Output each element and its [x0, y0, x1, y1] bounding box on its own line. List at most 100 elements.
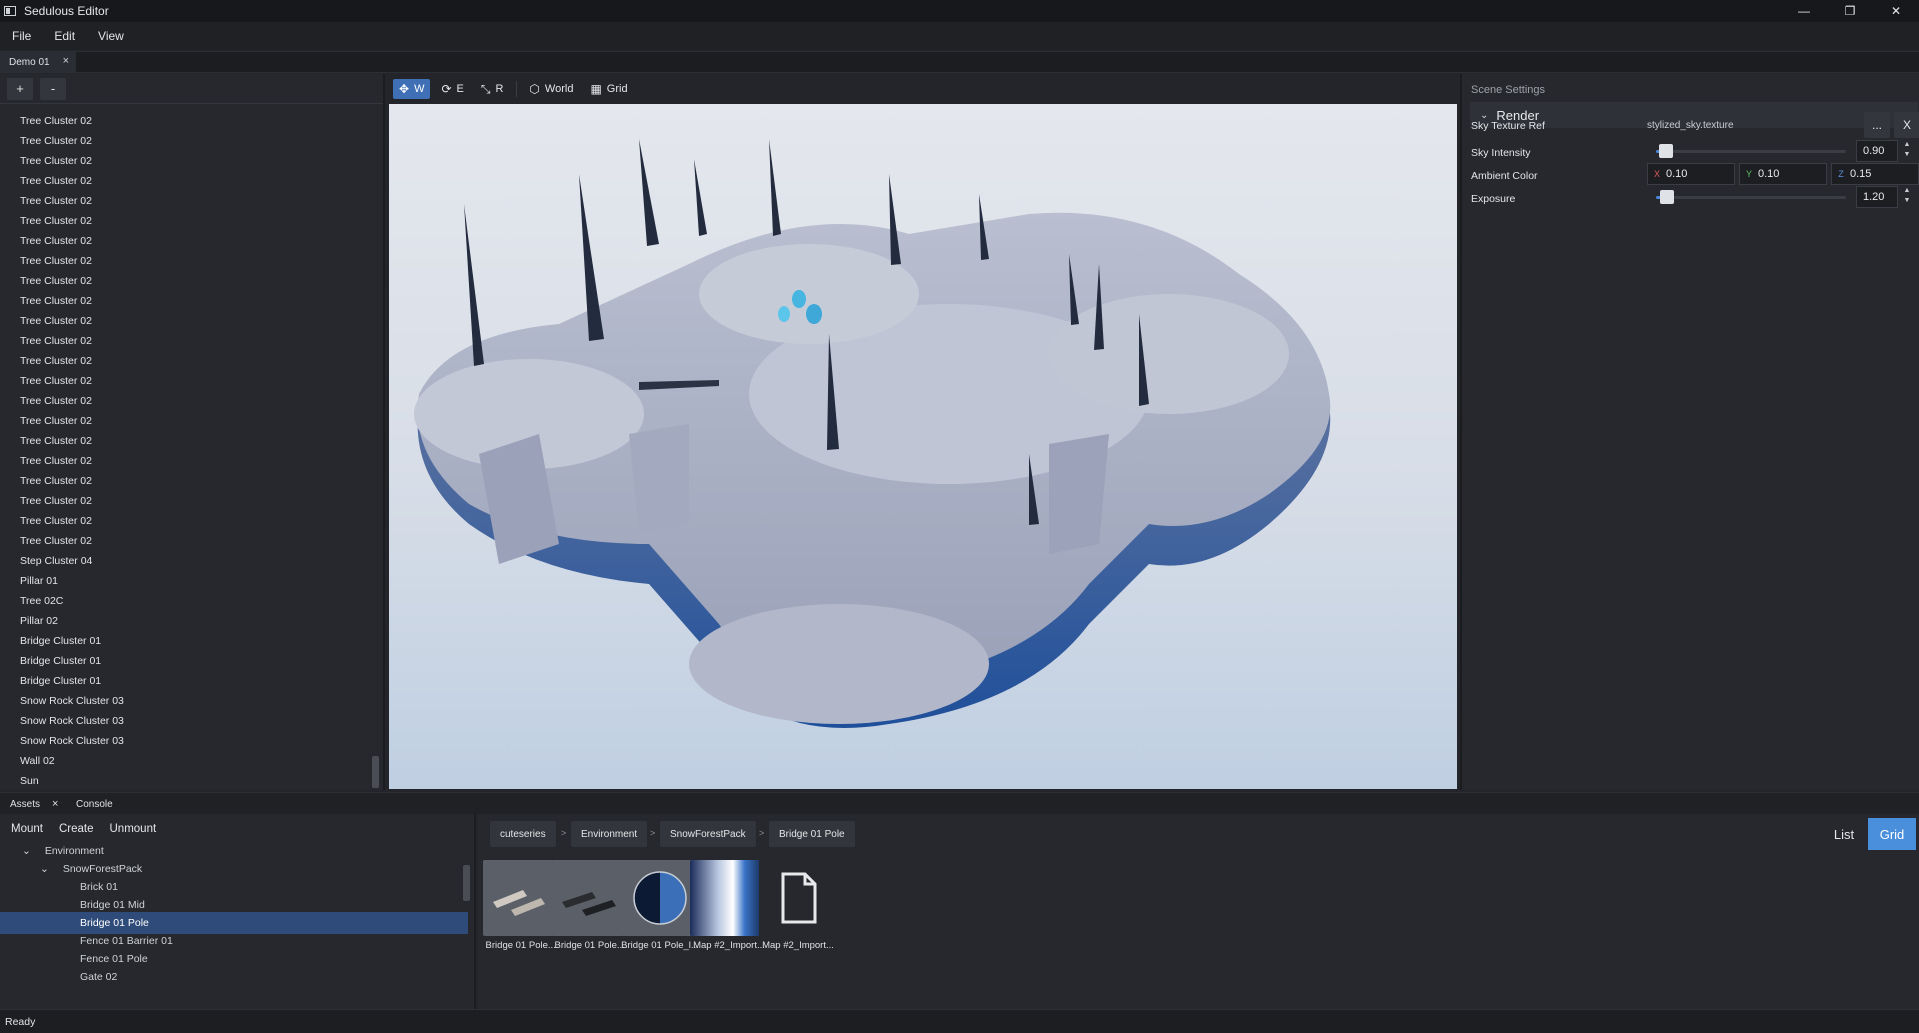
scene-entity-item[interactable]: Tree Cluster 02 — [0, 431, 370, 451]
sky-intensity-label: Sky Intensity — [1471, 147, 1531, 159]
list-view-button[interactable]: List — [1820, 818, 1868, 850]
clear-texture-button[interactable]: X — [1894, 112, 1919, 138]
ambient-x-field[interactable]: X 0.10 — [1647, 163, 1735, 185]
scene-entity-item[interactable]: Pillar 01 — [0, 571, 370, 591]
ambient-y-field[interactable]: Y 0.10 — [1739, 163, 1827, 185]
menu-view[interactable]: View — [98, 29, 124, 43]
browse-texture-button[interactable]: ... — [1864, 112, 1890, 138]
scene-entity-item[interactable]: Wall 02 — [0, 751, 370, 771]
asset-thumbnail — [621, 860, 699, 936]
scene-entity-item[interactable]: Tree Cluster 02 — [0, 271, 370, 291]
terrace-right — [1049, 294, 1289, 414]
scene-entity-item[interactable]: Sun — [0, 771, 370, 787]
scale-tool-button[interactable]: ⤡ R — [475, 79, 510, 99]
scene-entity-item[interactable]: Bridge Cluster 01 — [0, 631, 370, 651]
breadcrumb-item[interactable]: cuteseries — [490, 821, 556, 847]
unmount-button[interactable]: Unmount — [110, 823, 157, 835]
asset-tree-scrollbar[interactable] — [463, 865, 470, 901]
asset-tree-item[interactable]: Gate 02 — [0, 966, 468, 988]
scene-entity-item[interactable]: Tree Cluster 02 — [0, 111, 370, 131]
exposure-stepper[interactable]: ▲ ▼ — [1902, 186, 1912, 208]
breadcrumb-item[interactable]: Bridge 01 Pole — [769, 821, 855, 847]
asset-tile[interactable]: Bridge 01 Pole.... — [483, 860, 561, 951]
tab-assets[interactable]: Assets — [10, 793, 40, 815]
close-assets-tab-icon[interactable]: × — [52, 793, 58, 815]
scene-entity-item[interactable]: Tree Cluster 02 — [0, 511, 370, 531]
scene-entity-item[interactable]: Pillar 02 — [0, 611, 370, 631]
mount-button[interactable]: Mount — [11, 823, 43, 835]
scene-entity-item[interactable]: Tree Cluster 02 — [0, 171, 370, 191]
asset-label: Bridge 01 Pole_l... — [621, 940, 699, 951]
sky-texture-value: stylized_sky.texture — [1647, 120, 1734, 131]
grid-view-button[interactable]: Grid — [1868, 818, 1916, 850]
breadcrumb-item[interactable]: Environment — [571, 821, 648, 847]
scene-entity-item[interactable]: Tree Cluster 02 — [0, 291, 370, 311]
scene-entity-item[interactable]: Tree Cluster 02 — [0, 191, 370, 211]
tab-label: Demo 01 — [9, 56, 50, 68]
scene-entity-item[interactable]: Snow Rock Cluster 03 — [0, 691, 370, 711]
sky-intensity-stepper[interactable]: ▲ ▼ — [1902, 140, 1912, 162]
scene-entity-item[interactable]: Tree Cluster 02 — [0, 391, 370, 411]
asset-label: Bridge 01 Pole.... — [554, 940, 628, 951]
menu-edit[interactable]: Edit — [54, 29, 75, 43]
asset-tile[interactable]: Map #2_Import... — [759, 860, 837, 951]
close-tab-icon[interactable]: × — [63, 55, 69, 67]
scene-entity-item[interactable]: Step Cluster 04 — [0, 551, 370, 571]
scene-toolbar: + - — [0, 74, 383, 104]
chevron-down-icon[interactable]: ⌄ — [22, 845, 31, 857]
scene-entity-item[interactable]: Bridge Cluster 01 — [0, 671, 370, 691]
tab-demo-01[interactable]: Demo 01 × — [0, 52, 76, 72]
asset-tile[interactable]: Map #2_Import... — [690, 860, 768, 951]
sky-intensity-input[interactable]: 0.90 — [1856, 140, 1898, 162]
asset-tile[interactable]: Bridge 01 Pole.... — [552, 860, 630, 951]
scene-entity-item[interactable]: Tree Cluster 02 — [0, 351, 370, 371]
exposure-slider[interactable] — [1656, 190, 1846, 204]
scene-entity-item[interactable]: Tree Cluster 02 — [0, 371, 370, 391]
scene-entity-item[interactable]: Bridge Cluster 01 — [0, 651, 370, 671]
minimize-icon[interactable]: — — [1781, 0, 1827, 22]
remove-entity-button[interactable]: - — [40, 77, 66, 100]
ambient-z-field[interactable]: Z 0.15 — [1831, 163, 1919, 185]
scene-entity-item[interactable]: Tree Cluster 02 — [0, 151, 370, 171]
scene-list-scrollbar[interactable] — [372, 756, 379, 788]
ambient-y-value: 0.10 — [1758, 168, 1780, 180]
scene-entity-item[interactable]: Tree Cluster 02 — [0, 471, 370, 491]
tab-console[interactable]: Console — [76, 793, 113, 815]
terrace-back — [699, 244, 919, 344]
asset-tree-label: Fence 01 Pole — [80, 953, 148, 965]
slider-handle[interactable] — [1660, 190, 1675, 204]
close-window-icon[interactable]: ✕ — [1873, 0, 1919, 22]
grid-toggle-button[interactable]: ▦ Grid — [584, 79, 633, 99]
scene-entity-item[interactable]: Snow Rock Cluster 03 — [0, 731, 370, 751]
create-button[interactable]: Create — [59, 823, 94, 835]
add-entity-button[interactable]: + — [7, 77, 33, 100]
asset-tree-label: Gate 02 — [80, 971, 118, 983]
scene-entity-item[interactable]: Tree Cluster 02 — [0, 531, 370, 551]
scene-entity-item[interactable]: Tree 02C — [0, 591, 370, 611]
slider-handle[interactable] — [1658, 144, 1673, 158]
asset-tile[interactable]: Bridge 01 Pole_l... — [621, 860, 699, 951]
rotate-tool-button[interactable]: ⟳ E — [435, 79, 469, 99]
menu-file[interactable]: File — [12, 29, 31, 43]
scene-entity-item[interactable]: Tree Cluster 02 — [0, 211, 370, 231]
scene-entity-item[interactable]: Tree Cluster 02 — [0, 131, 370, 151]
restore-icon[interactable]: ❐ — [1827, 0, 1873, 22]
translate-tool-button[interactable]: ✥ W — [393, 79, 431, 99]
scene-entity-item[interactable]: Tree Cluster 02 — [0, 411, 370, 431]
chevron-down-icon[interactable]: ⌄ — [40, 863, 49, 875]
scene-viewport[interactable] — [389, 104, 1457, 789]
exposure-input[interactable]: 1.20 — [1856, 186, 1898, 208]
scene-entity-item[interactable]: Tree Cluster 02 — [0, 451, 370, 471]
scene-settings-panel: Scene Settings ⌄ Render Sky Texture Ref … — [1460, 74, 1919, 790]
grid-label: Grid — [606, 83, 628, 95]
world-space-button[interactable]: ⬡ World — [523, 79, 579, 99]
breadcrumb-item[interactable]: SnowForestPack — [660, 821, 756, 847]
sky-intensity-slider[interactable] — [1656, 144, 1846, 158]
scene-entity-item[interactable]: Snow Rock Cluster 03 — [0, 711, 370, 731]
snow-island-scene — [414, 139, 1331, 728]
scene-entity-item[interactable]: Tree Cluster 02 — [0, 231, 370, 251]
scene-entity-item[interactable]: Tree Cluster 02 — [0, 491, 370, 511]
scene-entity-item[interactable]: Tree Cluster 02 — [0, 251, 370, 271]
scene-entity-item[interactable]: Tree Cluster 02 — [0, 311, 370, 331]
scene-entity-item[interactable]: Tree Cluster 02 — [0, 331, 370, 351]
